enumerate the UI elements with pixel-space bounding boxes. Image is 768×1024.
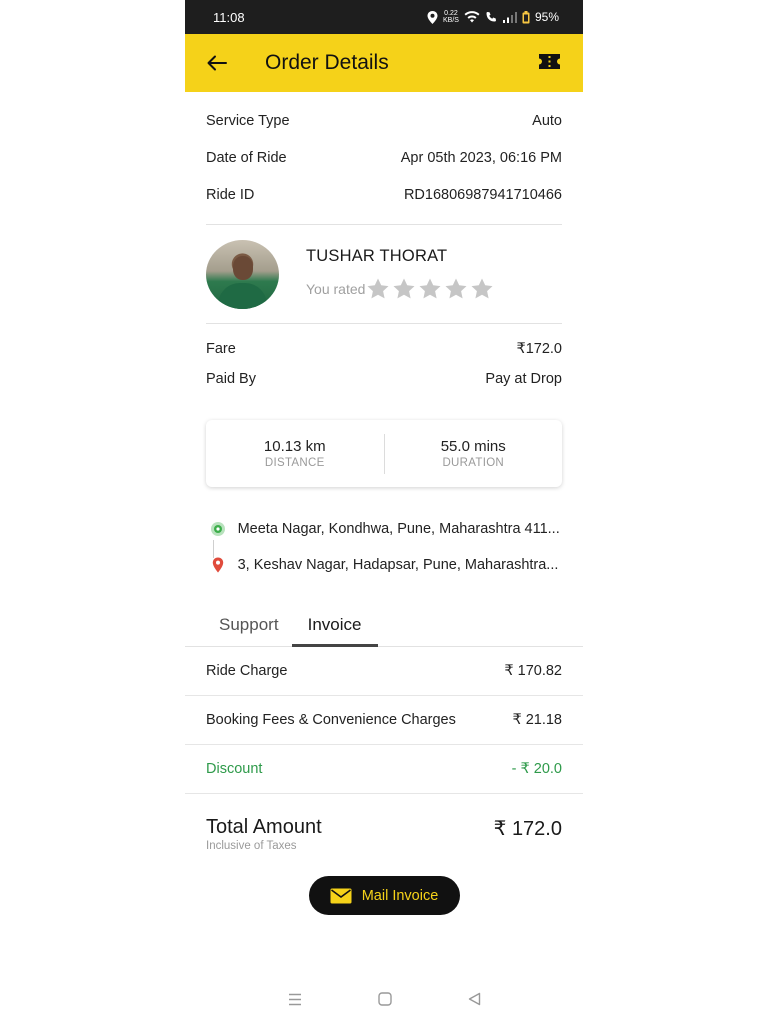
location-icon bbox=[427, 10, 438, 24]
booking-fees-value: ₹ 21.18 bbox=[512, 712, 562, 728]
driver-name: TUSHAR THORAT bbox=[306, 247, 448, 265]
status-icons: 0.22 KB/S 95% bbox=[427, 10, 559, 24]
duration-stat: 55.0 mins DURATION bbox=[385, 438, 563, 469]
star-icon[interactable] bbox=[391, 277, 417, 301]
drop-location: 3, Keshav Nagar, Hadapsar, Pune, Maharas… bbox=[206, 547, 562, 583]
driver-card: TUSHAR THORAT You rated bbox=[185, 225, 583, 323]
service-type-label: Service Type bbox=[206, 112, 290, 129]
date-of-ride-row: Date of Ride Apr 05th 2023, 06:16 PM bbox=[206, 139, 562, 176]
status-bar: 11:08 0.22 KB/S 95% bbox=[185, 0, 583, 34]
paid-by-value: Pay at Drop bbox=[485, 371, 562, 387]
ride-charge-row: Ride Charge ₹ 170.82 bbox=[185, 647, 583, 696]
call-icon bbox=[486, 12, 496, 22]
booking-fees-label: Booking Fees & Convenience Charges bbox=[206, 712, 456, 728]
page-title: Order Details bbox=[265, 51, 389, 74]
phone-screen: 11:08 0.22 KB/S 95% Order Details Servic… bbox=[185, 0, 583, 1024]
distance-value: 10.13 km bbox=[263, 438, 326, 455]
menu-icon[interactable] bbox=[288, 993, 302, 1006]
star-icon[interactable] bbox=[417, 277, 443, 301]
ticket-button[interactable] bbox=[538, 53, 561, 75]
battery-level: 95% bbox=[534, 10, 559, 24]
rating-label: You rated bbox=[306, 281, 366, 297]
fare-value: ₹172.0 bbox=[516, 341, 562, 357]
signal-icon bbox=[502, 11, 517, 23]
star-icon[interactable] bbox=[443, 277, 469, 301]
star-icon[interactable] bbox=[365, 277, 391, 301]
paid-by-label: Paid By bbox=[206, 371, 256, 387]
trip-stats-card: 10.13 km DISTANCE 55.0 mins DURATION bbox=[206, 420, 562, 487]
drop-address: 3, Keshav Nagar, Hadapsar, Pune, Maharas… bbox=[237, 557, 559, 573]
fare-label: Fare bbox=[206, 341, 236, 357]
ride-charge-label: Ride Charge bbox=[206, 663, 288, 679]
invoice-list: Ride Charge ₹ 170.82 Booking Fees & Conv… bbox=[185, 647, 583, 794]
fare-row: Fare ₹172.0 bbox=[206, 334, 562, 364]
date-of-ride-value: Apr 05th 2023, 06:16 PM bbox=[400, 149, 562, 166]
total-label: Total Amount bbox=[206, 816, 322, 838]
pickup-dot-icon bbox=[210, 522, 225, 536]
battery-icon bbox=[522, 10, 530, 23]
back-nav-icon[interactable] bbox=[468, 992, 481, 1006]
ride-id-label: Ride ID bbox=[206, 186, 255, 203]
rating: You rated bbox=[306, 277, 495, 301]
ride-id-value: RD16806987941710466 bbox=[403, 186, 562, 203]
service-type-row: Service Type Auto bbox=[206, 102, 562, 139]
tab-bar: Support Invoice bbox=[185, 603, 583, 647]
duration-label: DURATION bbox=[442, 457, 505, 469]
booking-fees-row: Booking Fees & Convenience Charges ₹ 21.… bbox=[185, 696, 583, 745]
mail-icon bbox=[330, 888, 352, 903]
paid-by-row: Paid By Pay at Drop bbox=[206, 364, 562, 394]
ride-id-row: Ride ID RD16806987941710466 bbox=[206, 176, 562, 213]
duration-value: 55.0 mins bbox=[440, 438, 506, 455]
distance-stat: 10.13 km DISTANCE bbox=[206, 438, 384, 469]
ticket-icon bbox=[539, 54, 560, 69]
service-type-value: Auto bbox=[532, 112, 562, 129]
ride-info: Service Type Auto Date of Ride Apr 05th … bbox=[185, 102, 583, 213]
home-icon[interactable] bbox=[377, 992, 392, 1006]
arrow-left-icon bbox=[207, 55, 227, 71]
pickup-address: Meeta Nagar, Kondhwa, Pune, Maharashtra … bbox=[237, 521, 560, 537]
ride-charge-value: ₹ 170.82 bbox=[504, 663, 562, 679]
route-connector bbox=[213, 540, 214, 558]
discount-row: Discount - ₹ 20.0 bbox=[185, 745, 583, 794]
distance-label: DISTANCE bbox=[264, 457, 325, 469]
route: Meeta Nagar, Kondhwa, Pune, Maharashtra … bbox=[185, 487, 583, 583]
star-icon[interactable] bbox=[469, 277, 495, 301]
mail-invoice-label: Mail Invoice bbox=[361, 887, 439, 904]
discount-label: Discount bbox=[206, 761, 263, 777]
wifi-icon bbox=[464, 11, 480, 23]
system-nav-bar bbox=[185, 984, 583, 1014]
back-button[interactable] bbox=[207, 52, 229, 74]
mail-invoice-button[interactable]: Mail Invoice bbox=[308, 876, 460, 915]
rating-stars[interactable] bbox=[365, 277, 495, 301]
payment-info: Fare ₹172.0 Paid By Pay at Drop bbox=[185, 324, 583, 394]
status-time: 11:08 bbox=[213, 9, 245, 25]
discount-value: - ₹ 20.0 bbox=[511, 761, 562, 777]
total-section: Total Amount Inclusive of Taxes ₹ 172.0 bbox=[185, 794, 583, 852]
pickup-location: Meeta Nagar, Kondhwa, Pune, Maharashtra … bbox=[206, 511, 562, 547]
tab-support[interactable]: Support bbox=[206, 603, 292, 646]
total-value: ₹ 172.0 bbox=[493, 818, 562, 840]
app-bar: Order Details bbox=[185, 34, 583, 92]
avatar bbox=[206, 239, 279, 309]
date-of-ride-label: Date of Ride bbox=[206, 149, 287, 166]
total-subtext: Inclusive of Taxes bbox=[206, 840, 297, 852]
tab-invoice[interactable]: Invoice bbox=[291, 603, 378, 647]
data-speed: 0.22 KB/S bbox=[443, 10, 459, 24]
drop-pin-icon bbox=[212, 557, 223, 573]
